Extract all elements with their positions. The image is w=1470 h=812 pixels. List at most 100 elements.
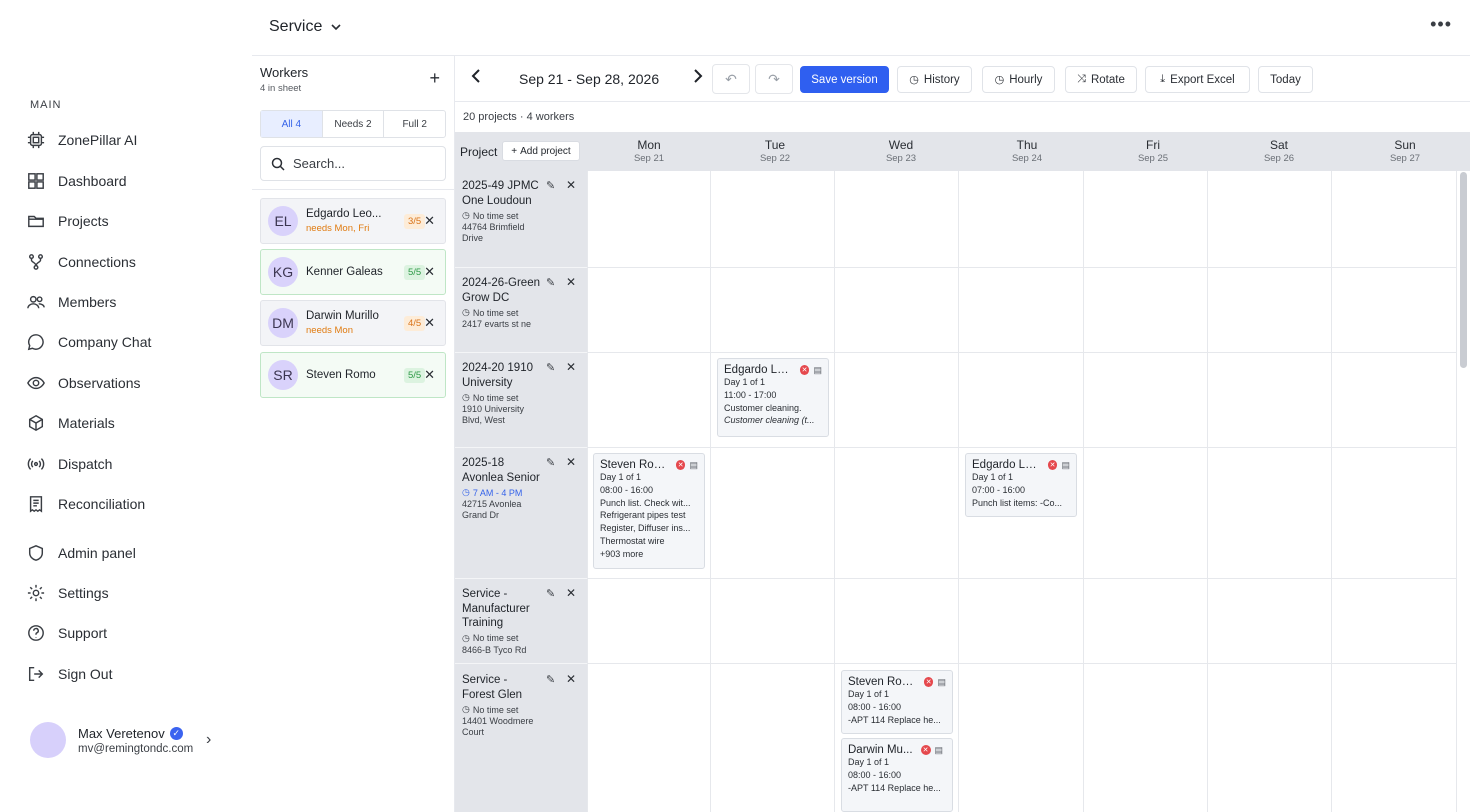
sidebar-item-support[interactable]: Support [22,615,232,651]
day-name: Sun [1394,138,1416,152]
sidebar-item-zonepillar-ai[interactable]: ZonePillar AI [22,122,232,158]
error-icon[interactable]: ✕ [920,745,931,755]
sheet-selector[interactable]: Service [269,18,342,36]
tab-full[interactable]: Full 2 [384,111,445,137]
tab-all[interactable]: All 4 [261,111,323,137]
prev-week-button[interactable] [471,69,481,88]
user-profile[interactable]: Max Veretenov ✓ mv@remingtondc.com › [30,720,230,760]
card-line: Thermostat wire [600,535,665,546]
project-address: 1910 University Blvd, West [462,404,525,425]
edit-icon[interactable]: ✎ [546,587,555,600]
project-address: 8466-B Tyco Rd [462,644,527,655]
export-label: Export Excel [1170,73,1235,86]
avatar [30,722,66,758]
edit-icon[interactable]: ✎ [546,456,555,469]
sidebar-item-label: Observations [58,375,141,391]
close-icon[interactable]: ✕ [566,672,576,686]
export-excel-button[interactable]: ⤓ Export Excel [1145,66,1250,93]
sidebar-item-dashboard[interactable]: Dashboard [22,163,232,199]
worker-card[interactable]: DM Darwin Murillo needs Mon 4/5 ✕ [260,300,446,346]
day-name: Sat [1269,138,1288,152]
remove-worker-button[interactable]: ✕ [424,264,435,280]
sidebar-item-dispatch[interactable]: Dispatch [22,446,232,482]
close-icon[interactable]: ✕ [566,360,576,374]
sidebar-item-company-chat[interactable]: Company Chat [22,324,232,360]
close-icon[interactable]: ✕ [566,178,576,192]
sidebar-item-settings[interactable]: Settings [22,575,232,611]
assignment-card[interactable]: Darwin Mu... ✕ ▤ Day 1 of 1 08:00 - 16:00 … [841,738,953,812]
more-menu-icon[interactable]: ••• [1430,14,1452,35]
undo-button[interactable]: ↶ [712,64,750,94]
next-week-button[interactable] [693,69,703,88]
document-icon[interactable]: ▤ [689,460,698,471]
remove-worker-button[interactable]: ✕ [424,213,435,229]
error-icon[interactable]: ✕ [923,677,934,687]
error-icon[interactable]: ✕ [1047,460,1058,470]
assignment-card[interactable]: Edgardo Le... ✕ ▤ Day 1 of 1 07:00 - 16:00… [965,453,1077,517]
project-row[interactable]: Service - Manufacturer Training ◷ No time… [462,586,582,656]
remove-worker-button[interactable]: ✕ [424,367,435,383]
sidebar-item-sign-out[interactable]: Sign Out [22,656,232,692]
edit-icon[interactable]: ✎ [546,673,555,686]
today-button[interactable]: Today [1258,66,1313,93]
project-row[interactable]: 2025-49 JPMC One Loudoun ◷ No time set 44… [462,178,582,244]
project-row[interactable]: 2024-26-Green Grow DC ◷ No time set 2417 … [462,275,582,330]
document-icon[interactable]: ▤ [1061,460,1070,471]
avatar: SR [268,360,298,390]
add-worker-button[interactable]: + [429,68,440,89]
document-icon[interactable]: ▤ [813,365,822,376]
assignment-card[interactable]: Steven Romo ✕ ▤ Day 1 of 1 08:00 - 16:00 -… [841,670,953,734]
tab-needs[interactable]: Needs 2 [323,111,385,137]
day-name: Wed [888,138,914,152]
assignment-card[interactable]: Steven Romo ✕ ▤ Day 1 of 1 08:00 - 16:00 P… [593,453,705,569]
user-name: Max Veretenov [78,725,165,741]
grid-scrollbar[interactable] [1460,172,1467,368]
avatar: EL [268,206,298,236]
plus-icon: + [511,145,518,157]
project-row[interactable]: Service - Forest Glen ◷ No time set 14401… [462,672,582,738]
card-line: Day 1 of 1 [600,472,642,482]
worker-card[interactable]: SR Steven Romo 5/5 ✕ [260,352,446,398]
document-icon[interactable]: ▤ [937,677,946,688]
project-row[interactable]: 2024-20 1910 University ◷ No time set 191… [462,360,582,426]
sidebar-item-projects[interactable]: Projects [22,203,232,239]
history-button[interactable]: ◷ History [897,66,972,93]
card-more-link[interactable]: +903 more [600,548,698,561]
redo-button[interactable]: ↷ [755,64,793,94]
worker-card[interactable]: EL Edgardo Leo... needs Mon, Fri 3/5 ✕ [260,198,446,244]
project-row[interactable]: 2025-18 Avonlea Senior ◷ 7 AM - 4 PM 4271… [462,455,582,521]
error-icon[interactable]: ✕ [799,365,810,375]
card-line: Day 1 of 1 [972,472,1014,482]
edit-icon[interactable]: ✎ [546,276,555,289]
grid-line [587,352,1457,353]
assignment-card[interactable]: Edgardo Le... ✕ ▤ Day 1 of 1 11:00 - 17:00… [717,358,829,437]
close-icon[interactable]: ✕ [566,455,576,469]
save-version-button[interactable]: Save version [800,66,889,93]
card-line: Refrigerant pipes test [600,510,686,521]
remove-worker-button[interactable]: ✕ [424,315,435,331]
day-header-sat: Sat Sep 26 [1217,138,1341,164]
sidebar-item-observations[interactable]: Observations [22,365,232,401]
sidebar-item-materials[interactable]: Materials [22,405,232,441]
hourly-button[interactable]: ◷ Hourly [982,66,1055,93]
chevron-right-icon[interactable]: › [206,731,211,749]
close-icon[interactable]: ✕ [566,586,576,600]
sidebar-item-members[interactable]: Members [22,284,232,320]
document-icon[interactable]: ▤ [935,745,944,756]
card-line: Customer cleaning (t... [724,415,815,426]
add-project-button[interactable]: + Add project [502,141,580,161]
edit-icon[interactable]: ✎ [546,361,555,374]
edit-icon[interactable]: ✎ [546,179,555,192]
day-header-fri: Fri Sep 25 [1091,138,1215,164]
verified-icon: ✓ [169,726,183,740]
close-icon[interactable]: ✕ [566,275,576,289]
search-input[interactable] [293,156,433,171]
error-icon[interactable]: ✕ [675,460,686,470]
worker-card[interactable]: KG Kenner Galeas 5/5 ✕ [260,249,446,295]
folder-icon [26,211,46,231]
sidebar-item-admin-panel[interactable]: Admin panel [22,535,232,571]
rotate-button[interactable]: ⤨ Rotate [1065,66,1137,93]
sidebar-item-connections[interactable]: Connections [22,244,232,280]
sidebar-item-reconciliation[interactable]: Reconciliation [22,486,232,522]
app-root: MAIN ZonePillar AI Dashboard Projects Co… [0,0,1470,812]
